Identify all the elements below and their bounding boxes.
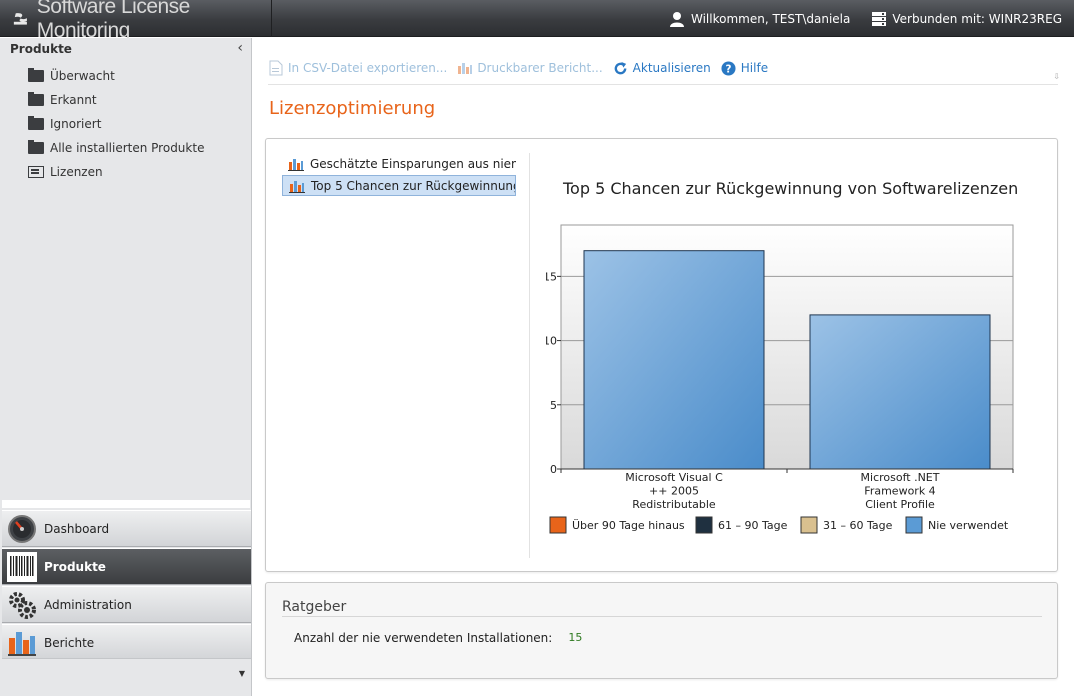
x-tick-label: Microsoft .NET xyxy=(861,471,940,484)
app-logo-icon xyxy=(13,12,27,25)
connection-status: Verbunden mit: WINR23REG xyxy=(872,11,1062,26)
dropdown-arrow-icon: ▼ xyxy=(238,669,245,678)
collapse-chevron-icon[interactable]: ‹ xyxy=(237,40,243,56)
x-tick-label: Redistributable xyxy=(632,498,716,511)
nav-administration[interactable]: Administration xyxy=(2,586,251,623)
sidebar-item-detected[interactable]: Erkannt xyxy=(28,88,204,112)
report-item-savings[interactable]: Geschätzte Einsparungen aus niemals xyxy=(282,153,516,174)
report-item-label: Geschätzte Einsparungen aus niemals xyxy=(310,156,516,171)
help-button[interactable]: ? Hilfe xyxy=(721,60,768,76)
report-item-label: Top 5 Chancen zur Rückgewinnung v xyxy=(311,178,516,193)
sidebar-overflow[interactable]: ▼ xyxy=(2,658,251,688)
server-icon xyxy=(872,11,887,26)
bar-chart-icon xyxy=(289,180,305,193)
sidebar-item-label: Ignoriert xyxy=(50,117,102,131)
advisor-title: Ratgeber xyxy=(282,599,347,615)
main-content: In CSV-Datei exportieren... Druckbarer B… xyxy=(253,38,1074,696)
x-tick-label: Client Profile xyxy=(865,498,935,511)
legend-swatch xyxy=(905,516,923,534)
nav-label: Administration xyxy=(44,597,132,612)
toolbar: In CSV-Datei exportieren... Druckbarer B… xyxy=(268,58,778,78)
csv-file-icon xyxy=(269,60,283,76)
help-icon: ? xyxy=(721,60,736,76)
x-tick-label: Framework 4 xyxy=(864,485,935,498)
sidebar-section-title: Produkte xyxy=(10,42,72,56)
help-label: Hilfe xyxy=(740,61,769,75)
nav-reports[interactable]: Berichte xyxy=(2,624,251,661)
legend-swatch xyxy=(800,516,818,534)
legend-label: 61 – 90 Tage xyxy=(718,519,788,532)
sidebar: Produkte ‹ Überwacht Erkannt Ignoriert A… xyxy=(0,38,252,696)
speedometer-icon xyxy=(8,514,36,543)
chart-title: Top 5 Chancen zur Rückgewinnung von Soft… xyxy=(563,179,1019,198)
legend-label: Über 90 Tage hinaus xyxy=(572,519,685,532)
report-list: Geschätzte Einsparungen aus niemals Top … xyxy=(282,153,516,197)
nav-label: Dashboard xyxy=(44,521,110,536)
sidebar-item-label: Lizenzen xyxy=(50,165,103,179)
panel-divider xyxy=(529,153,530,558)
report-chart-icon xyxy=(458,63,473,74)
x-tick-label: ++ 2005 xyxy=(649,485,699,498)
y-tick-label: 15 xyxy=(546,270,557,283)
printable-report-button[interactable]: Druckbarer Bericht... xyxy=(457,60,603,76)
sidebar-item-all-installed[interactable]: Alle installierten Produkte xyxy=(28,136,204,160)
user-welcome[interactable]: Willkommen, TEST\daniela xyxy=(669,11,850,27)
app-title: Software License Monitoring xyxy=(36,0,191,42)
printable-report-label: Druckbarer Bericht... xyxy=(477,61,603,75)
bar-chart: 0 5 10 15 Microsoft Visual C++ 2005Redistri… xyxy=(546,224,1014,534)
bar xyxy=(583,250,765,470)
license-icon xyxy=(28,166,44,178)
bar-chart-icon xyxy=(288,158,304,171)
legend-swatch xyxy=(549,516,567,534)
sidebar-item-label: Überwacht xyxy=(50,69,115,83)
nav-dashboard[interactable]: Dashboard xyxy=(2,510,251,547)
report-chart-icon xyxy=(8,631,36,656)
legend-label: Nie verwendet xyxy=(928,519,1009,532)
page-title: Lizenzoptimierung xyxy=(269,98,436,119)
gears-icon xyxy=(9,591,36,619)
nav-label: Produkte xyxy=(44,559,106,574)
svg-text:?: ? xyxy=(726,63,732,75)
folder-icon xyxy=(28,116,44,130)
sidebar-item-licenses[interactable]: Lizenzen xyxy=(28,160,204,184)
sidebar-item-ignored[interactable]: Ignoriert xyxy=(28,112,204,136)
sidebar-item-monitored[interactable]: Überwacht xyxy=(28,64,204,88)
report-panel: Geschätzte Einsparungen aus niemals Top … xyxy=(265,138,1058,572)
refresh-icon xyxy=(614,61,627,74)
brand: Software License Monitoring xyxy=(0,0,272,42)
folder-icon xyxy=(28,92,44,106)
legend-swatch xyxy=(695,516,713,534)
export-csv-button[interactable]: In CSV-Datei exportieren... xyxy=(268,60,447,76)
y-tick-label: 0 xyxy=(550,463,557,476)
never-used-value: 15 xyxy=(568,631,583,644)
toolbar-expand-icon[interactable]: ⇩ xyxy=(1053,72,1060,81)
sidebar-divider xyxy=(2,500,250,508)
toolbar-divider xyxy=(268,84,1058,85)
advisor-divider xyxy=(282,616,1042,617)
nav-label: Berichte xyxy=(44,635,95,650)
folder-icon xyxy=(28,68,44,82)
user-icon xyxy=(670,11,684,27)
barcode-icon xyxy=(7,551,37,582)
refresh-label: Aktualisieren xyxy=(632,61,711,75)
export-csv-label: In CSV-Datei exportieren... xyxy=(288,61,448,75)
app-header: Software License Monitoring Willkommen, … xyxy=(0,0,1074,42)
advisor-panel: Ratgeber Anzahl der nie verwendeten Inst… xyxy=(265,582,1058,679)
report-item-top5[interactable]: Top 5 Chancen zur Rückgewinnung v xyxy=(282,175,516,196)
legend-label: 31 – 60 Tage xyxy=(823,519,893,532)
never-used-label: Anzahl der nie verwendeten Installatione… xyxy=(294,631,553,645)
refresh-button[interactable]: Aktualisieren xyxy=(613,60,711,76)
sidebar-item-label: Erkannt xyxy=(50,93,97,107)
connection-text: Verbunden mit: WINR23REG xyxy=(892,11,1062,26)
nav-products[interactable]: Produkte xyxy=(2,548,251,585)
y-tick-label: 5 xyxy=(550,399,557,412)
folder-icon xyxy=(28,140,44,154)
sidebar-item-label: Alle installierten Produkte xyxy=(50,141,205,155)
bar xyxy=(809,314,991,470)
x-tick-label: Microsoft Visual C xyxy=(625,471,723,484)
welcome-text: Willkommen, TEST\daniela xyxy=(691,11,851,26)
y-tick-label: 10 xyxy=(546,335,557,348)
